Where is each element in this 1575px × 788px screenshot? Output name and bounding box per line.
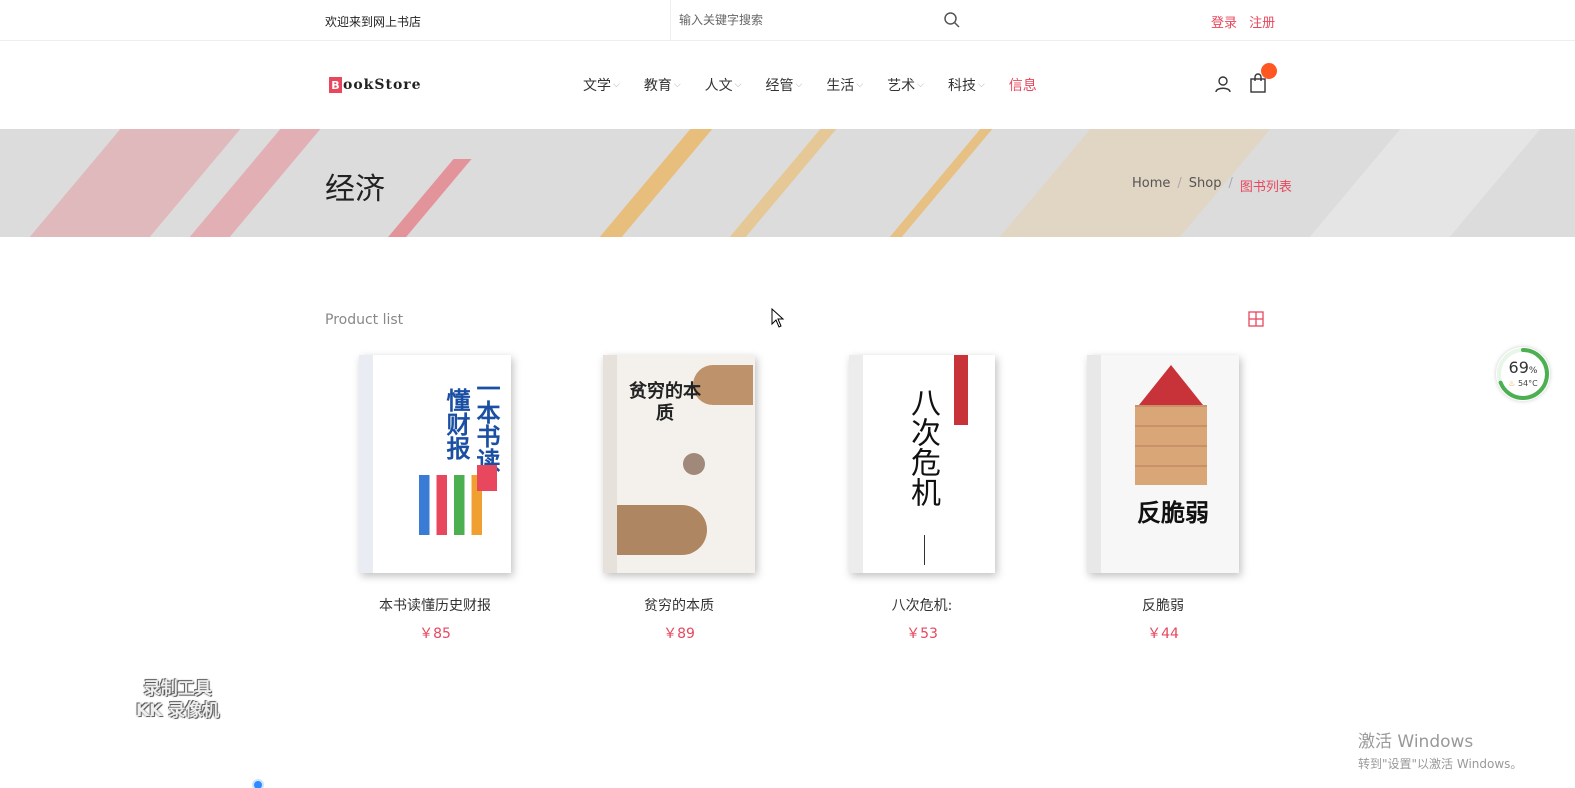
product-list-heading: Product list: [325, 312, 404, 328]
windows-activation-notice: 激活 Windows 转到"设置"以激活 Windows。: [1358, 727, 1522, 772]
nav-item-tech[interactable]: 科技 ⌵: [948, 75, 985, 95]
product-card[interactable]: 反脆弱 反脆弱 ￥44: [1063, 355, 1263, 643]
welcome-text: 欢迎来到网上书店: [325, 15, 422, 29]
main-header: B ookStore 文学 ⌵ 教育 ⌵ 人文 ⌵ 经管 ⌵ 生活 ⌵ 艺术 ⌵ 科技 ⌵ 信…: [0, 41, 1575, 129]
top-bar: 欢迎来到网上书店 登录 注册: [0, 0, 1575, 41]
activation-title: 激活 Windows: [1358, 732, 1474, 752]
book-cover[interactable]: 一本书读懂财报: [359, 355, 511, 573]
chevron-down-icon: ⌵: [856, 80, 864, 90]
cover-coin-graphic: [683, 453, 705, 475]
nav-item-info[interactable]: 信息: [1009, 75, 1037, 95]
breadcrumb-separator: /: [1177, 176, 1182, 191]
product-price: ￥89: [663, 626, 695, 642]
breadcrumb: Home / Shop / 图书列表: [1132, 176, 1292, 195]
breadcrumb-separator: /: [1228, 176, 1233, 191]
chevron-down-icon: ⌵: [795, 80, 803, 90]
nav-item-label: 信息: [1008, 78, 1037, 94]
cover-spine: [603, 355, 617, 573]
auth-links: 登录 注册: [1211, 12, 1283, 31]
nav-item-label: 生活: [826, 78, 855, 94]
search-icon[interactable]: [943, 11, 961, 29]
product-name[interactable]: 本书读懂历史财报: [335, 595, 535, 615]
search-box: [670, 0, 970, 40]
book-cover[interactable]: 贫穷的本质: [603, 355, 755, 573]
nav-item-label: 教育: [643, 78, 672, 94]
page-title: 经济: [325, 172, 385, 207]
banner-decoration: [1291, 129, 1549, 237]
product-name[interactable]: 贫穷的本质: [579, 595, 779, 615]
user-icon[interactable]: [1214, 75, 1232, 93]
nav-item-label: 人文: [704, 78, 733, 94]
nav-item-education[interactable]: 教育 ⌵: [644, 75, 681, 95]
cart-badge: [1261, 63, 1277, 79]
register-link[interactable]: 注册: [1249, 16, 1275, 31]
cover-divider-line: [924, 535, 925, 565]
nav-item-label: 文学: [583, 78, 611, 94]
cover-spine: [1087, 355, 1101, 573]
cover-blocks-graphic: [1135, 405, 1207, 485]
banner-decoration: [386, 159, 472, 237]
watermark-line: KK 录像机: [136, 701, 220, 721]
cover-spine: [359, 355, 373, 573]
cover-arrow-graphic: [1139, 365, 1203, 405]
breadcrumb-home[interactable]: Home: [1132, 176, 1170, 195]
cover-hand-graphic: [617, 505, 707, 555]
product-card[interactable]: 八次危机 八次危机: ￥53: [822, 355, 1022, 643]
nav-item-art[interactable]: 艺术 ⌵: [887, 75, 924, 95]
nav-item-label: 科技: [947, 78, 976, 94]
product-price: ￥44: [1147, 626, 1179, 642]
main-nav: 文学 ⌵ 教育 ⌵ 人文 ⌵ 经管 ⌵ 生活 ⌵ 艺术 ⌵ 科技 ⌵ 信息: [583, 75, 1061, 95]
nav-item-label: 艺术: [887, 78, 916, 94]
product-card[interactable]: 一本书读懂财报 本书读懂历史财报 ￥85: [335, 355, 535, 643]
temperature-value: 54°C: [1517, 379, 1538, 388]
gauge-temperature: ♨ 54°C: [1496, 379, 1550, 388]
breadcrumb-shop[interactable]: Shop: [1189, 176, 1222, 195]
chevron-down-icon: ⌵: [613, 80, 620, 90]
cover-title: 反脆弱: [1137, 499, 1209, 527]
product-name[interactable]: 反脆弱: [1063, 595, 1263, 615]
nav-item-label: 经管: [765, 78, 794, 94]
page-banner: 经济 Home / Shop / 图书列表: [0, 129, 1575, 237]
chevron-down-icon: ⌵: [917, 80, 924, 90]
product-price: ￥85: [419, 626, 451, 642]
banner-decoration: [871, 129, 1001, 237]
flame-icon: ♨: [1508, 379, 1516, 388]
logo-mark: B: [329, 77, 342, 93]
cover-badge: [477, 465, 497, 491]
cpu-gauge-widget[interactable]: 69% ♨ 54°C: [1496, 347, 1550, 401]
grid-view-icon[interactable]: [1248, 311, 1264, 327]
gauge-percent-value: 69: [1508, 358, 1529, 377]
gauge-percent: 69%: [1496, 358, 1550, 377]
recorder-watermark: 录制工具 KK 录像机: [136, 678, 219, 722]
book-cover[interactable]: 八次危机: [849, 355, 995, 573]
activation-subtitle: 转到"设置"以激活 Windows。: [1358, 757, 1523, 771]
product-name[interactable]: 八次危机:: [822, 595, 1022, 615]
login-link[interactable]: 登录: [1211, 16, 1237, 31]
book-cover[interactable]: 反脆弱: [1087, 355, 1239, 573]
chevron-down-icon: ⌵: [673, 80, 681, 90]
floating-dot[interactable]: [252, 779, 264, 788]
cover-red-ribbon: [954, 355, 968, 425]
watermark-line: 录制工具: [143, 679, 212, 699]
banner-decoration: [581, 129, 721, 237]
chevron-down-icon: ⌵: [734, 80, 742, 90]
cover-title: 八次危机: [905, 387, 940, 507]
logo[interactable]: B ookStore: [329, 75, 422, 95]
gauge-percent-unit: %: [1528, 366, 1538, 376]
cover-spine: [849, 355, 863, 573]
nav-item-literature[interactable]: 文学 ⌵: [583, 75, 620, 95]
cover-title: 贫穷的本质: [629, 381, 701, 424]
product-price: ￥53: [906, 626, 938, 642]
search-input[interactable]: [679, 10, 929, 30]
nav-item-humanities[interactable]: 人文 ⌵: [705, 75, 742, 95]
logo-text: ookStore: [343, 77, 422, 93]
banner-decoration: [711, 129, 845, 237]
chevron-down-icon: ⌵: [977, 80, 985, 90]
breadcrumb-current: 图书列表: [1239, 180, 1292, 195]
cover-title: 一本书读懂财报: [442, 376, 500, 472]
product-card[interactable]: 贫穷的本质 贫穷的本质 ￥89: [579, 355, 779, 643]
mouse-cursor-icon: [771, 308, 785, 328]
nav-item-life[interactable]: 生活 ⌵: [826, 75, 863, 95]
nav-item-management[interactable]: 经管 ⌵: [765, 75, 802, 95]
